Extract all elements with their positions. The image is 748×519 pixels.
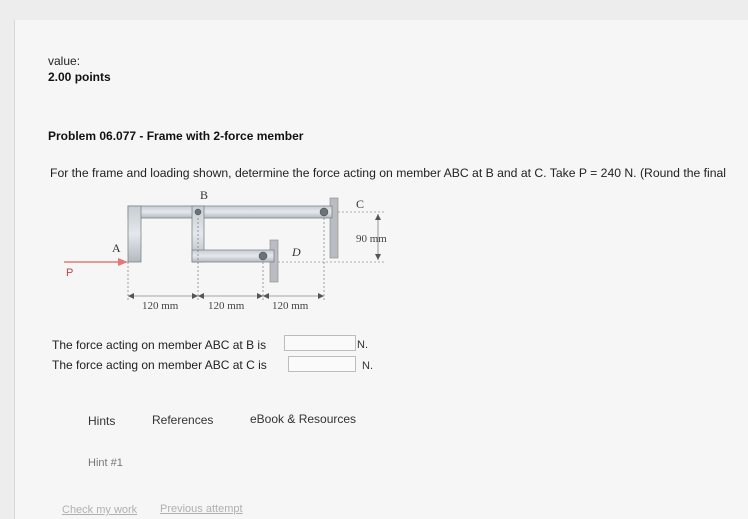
- question-c-label: The force acting on member ABC at C is: [52, 358, 267, 372]
- label-a: A: [112, 241, 121, 255]
- dim-span-1: 120 mm: [142, 300, 179, 312]
- pin-b: [194, 208, 202, 216]
- problem-statement: For the frame and loading shown, determi…: [50, 166, 726, 180]
- label-b: B: [200, 188, 208, 202]
- member-abc-vertical: [127, 205, 142, 263]
- dim-vertical: 90 mm: [356, 233, 387, 245]
- check-my-work-link[interactable]: Check my work: [62, 504, 137, 516]
- label-d: D: [291, 245, 301, 259]
- previous-attempt-link[interactable]: Previous attempt: [160, 503, 243, 515]
- problem-title: Problem 06.077 - Frame with 2-force memb…: [48, 129, 304, 143]
- answer-c-input[interactable]: [288, 356, 356, 372]
- label-c: C: [356, 197, 364, 211]
- points-value: 2.00 points: [48, 70, 111, 84]
- tab-references[interactable]: References: [152, 413, 213, 427]
- tab-hints[interactable]: Hints: [88, 414, 115, 428]
- question-b-label: The force acting on member ABC at B is: [52, 338, 267, 352]
- label-p: P: [66, 267, 73, 279]
- dim-span-3: 120 mm: [272, 300, 309, 312]
- dim-span-2: 120 mm: [208, 300, 245, 312]
- answer-b-input[interactable]: [284, 335, 356, 351]
- pin-d: [258, 251, 268, 261]
- unit-b: N.: [357, 339, 368, 351]
- member-abc-top: [127, 205, 333, 219]
- frame-diagram: B C A D P 90 mm 120 mm 120 mm 120 mm: [64, 188, 387, 312]
- tab-ebook-resources[interactable]: eBook & Resources: [250, 412, 356, 426]
- pin-c: [319, 207, 329, 217]
- unit-c: N.: [362, 360, 373, 372]
- load-arrowhead: [118, 258, 128, 266]
- value-label: value:: [48, 54, 81, 68]
- hint-1-link[interactable]: Hint #1: [88, 457, 123, 469]
